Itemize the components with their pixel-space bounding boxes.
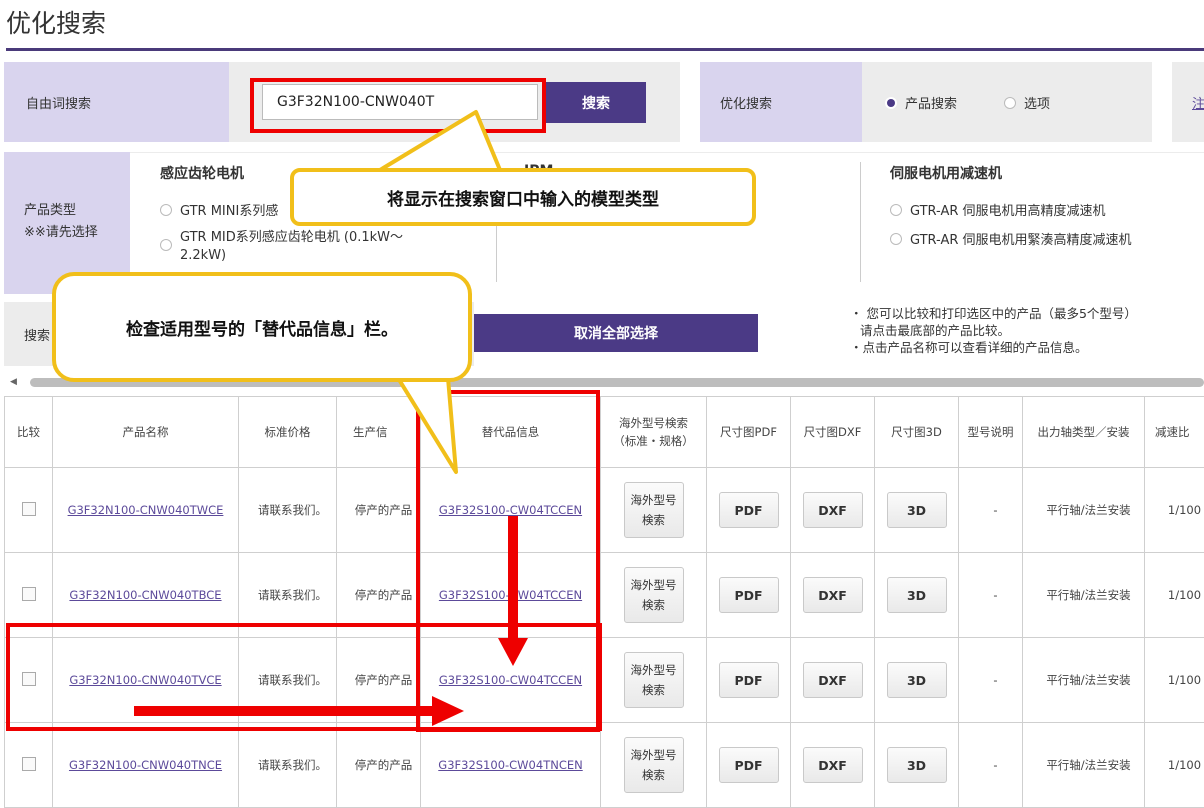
annotation-arrows (0, 0, 1204, 806)
callout-tail-alt (398, 378, 456, 472)
callout-search: 将显示在搜索窗口中输入的模型类型 (290, 168, 756, 226)
arrow-down-shaft (508, 516, 518, 644)
arrow-right-head (432, 696, 464, 726)
arrow-right-shaft (134, 706, 436, 716)
callout-alt: 检查适用型号的「替代品信息」栏。 (52, 272, 472, 382)
callout-tail-search (380, 112, 500, 170)
arrow-down-head (498, 638, 528, 666)
